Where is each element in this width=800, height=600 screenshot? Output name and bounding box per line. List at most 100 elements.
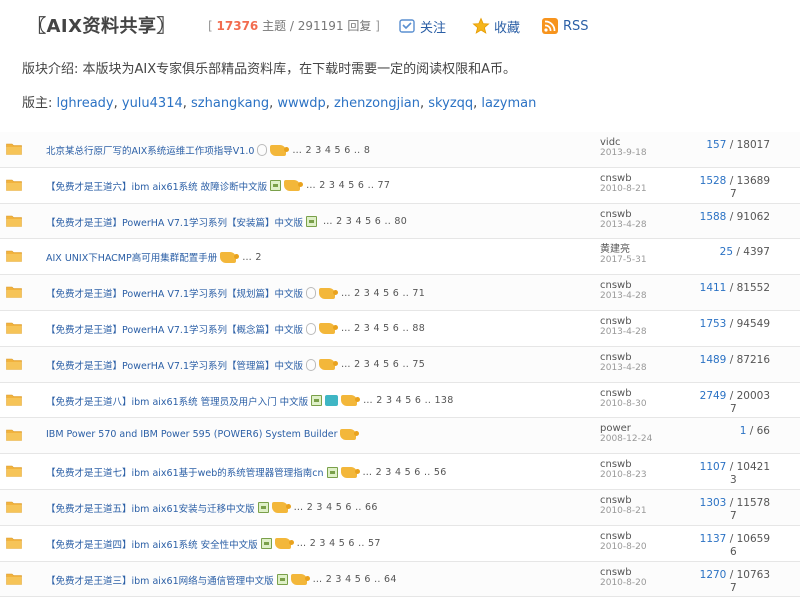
- reply-count[interactable]: 1588: [700, 211, 727, 223]
- reply-count[interactable]: 2749: [700, 390, 727, 402]
- thread-author: cnswb 2010-8-20: [600, 567, 647, 589]
- thread-row[interactable]: 【免费才是王道四】ibm aix61系统 安全性中文版 … 2 3 4 5 6 …: [0, 526, 800, 562]
- thread-row[interactable]: 【免费才是王道】PowerHA V7.1学习系列【安装篇】中文版 … 2 3 4…: [0, 203, 800, 240]
- moderator-link[interactable]: lazyman: [481, 96, 536, 111]
- view-count-tail: 7: [730, 581, 737, 594]
- moderator-link[interactable]: lghready: [57, 96, 114, 111]
- folder-icon: [6, 394, 22, 406]
- author-name[interactable]: cnswb: [600, 316, 647, 327]
- author-name[interactable]: cnswb: [600, 567, 647, 578]
- hot-badge-icon: [270, 144, 290, 156]
- author-name[interactable]: vidc: [600, 137, 647, 148]
- thread-title-wrap: 【免费才是王道七】ibm aix61基于web的系统管理器管理指南cn … 2 …: [46, 465, 447, 479]
- author-name[interactable]: cnswb: [600, 352, 647, 363]
- thread-row[interactable]: 【免费才是王道三】ibm aix61网络与通信管理中文版 … 2 3 4 5 6…: [0, 561, 800, 598]
- thread-row[interactable]: AIX UNIX下HACMP高可用集群配置手册 … 2 黄建亮 2017-5-3…: [0, 239, 800, 276]
- reply-count[interactable]: 1411: [700, 282, 727, 294]
- favorite-button[interactable]: 收藏: [472, 15, 520, 37]
- reply-count[interactable]: 1: [740, 425, 747, 437]
- thread-row[interactable]: 【免费才是王道七】ibm aix61基于web的系统管理器管理指南cn … 2 …: [0, 454, 800, 490]
- author-name[interactable]: cnswb: [600, 495, 647, 506]
- rss-button[interactable]: RSS: [541, 15, 589, 37]
- folder-icon: [6, 322, 22, 334]
- follow-button[interactable]: 关注: [398, 15, 446, 37]
- thread-pages[interactable]: … 2 3 4 5 6 .. 56: [363, 467, 447, 478]
- thread-row[interactable]: 【免费才是王道八】ibm aix61系统 管理员及用户入门 中文版 … 2 3 …: [0, 383, 800, 419]
- thread-author: cnswb 2010-8-30: [600, 388, 647, 410]
- thread-pages[interactable]: … 2 3 4 5 6 .. 77: [306, 180, 390, 191]
- reply-count[interactable]: 1753: [700, 318, 727, 330]
- thread-row[interactable]: IBM Power 570 and IBM Power 595 (POWER6)…: [0, 418, 800, 455]
- thread-pages[interactable]: … 2 3 4 5 6 .. 66: [294, 502, 378, 513]
- thread-title-wrap: 【免费才是王道八】ibm aix61系统 管理员及用户入门 中文版 … 2 3 …: [46, 394, 454, 408]
- author-name[interactable]: cnswb: [600, 280, 647, 291]
- thread-title-link[interactable]: 【免费才是王道四】ibm aix61系统 安全性中文版: [46, 537, 258, 551]
- reply-count[interactable]: 1528: [700, 175, 727, 187]
- author-name[interactable]: power: [600, 423, 652, 434]
- thread-row[interactable]: 北京某总行原厂写的AIX系统运维工作项指导V1.0 … 2 3 4 5 6 ..…: [0, 132, 800, 168]
- thread-title-wrap: 【免费才是王道】PowerHA V7.1学习系列【安装篇】中文版 … 2 3 4…: [46, 215, 407, 229]
- hot-badge-icon: [284, 180, 304, 192]
- reply-count[interactable]: 157: [706, 139, 726, 151]
- thread-title-link[interactable]: 北京某总行原厂写的AIX系统运维工作项指导V1.0: [46, 143, 254, 157]
- hot-badge-icon: [274, 538, 294, 550]
- forum-header: 〖AIX资料共享〗 [ 17376 主题 / 291191 回复 ] 关注 收藏…: [22, 8, 782, 42]
- moderator-link[interactable]: zhenzongjian: [334, 96, 420, 111]
- thread-pages[interactable]: … 2 3 4 5 6 .. 88: [341, 323, 425, 334]
- reply-count[interactable]: 25: [720, 246, 733, 258]
- thread-row[interactable]: 【免费才是王道六】ibm aix61系统 故障诊断中文版 … 2 3 4 5 6…: [0, 168, 800, 204]
- view-count-tail: 7: [730, 509, 737, 522]
- thread-title-link[interactable]: 【免费才是王道】PowerHA V7.1学习系列【安装篇】中文版: [46, 215, 303, 229]
- view-count: 18017: [736, 139, 770, 151]
- thread-title-link[interactable]: AIX UNIX下HACMP高可用集群配置手册: [46, 250, 217, 264]
- thread-title-link[interactable]: 【免费才是王道】PowerHA V7.1学习系列【概念篇】中文版: [46, 322, 303, 336]
- thread-title-link[interactable]: 【免费才是王道】PowerHA V7.1学习系列【规划篇】中文版: [46, 286, 303, 300]
- thread-row[interactable]: 【免费才是王道】PowerHA V7.1学习系列【管理篇】中文版 … 2 3 4…: [0, 346, 800, 383]
- thread-pages[interactable]: … 2 3 4 5 6 .. 80: [323, 216, 407, 227]
- thread-pages[interactable]: … 2 3 4 5 6 .. 138: [363, 395, 453, 406]
- moderator-link[interactable]: skyzqq: [428, 96, 473, 111]
- thread-pages[interactable]: … 2 3 4 5 6 .. 64: [313, 574, 397, 585]
- reply-count[interactable]: 1303: [700, 497, 727, 509]
- reply-count[interactable]: 1137: [700, 533, 727, 545]
- folder-icon: [6, 501, 22, 513]
- thread-pages[interactable]: … 2 3 4 5 6 .. 57: [297, 538, 381, 549]
- thread-title-link[interactable]: 【免费才是王道三】ibm aix61网络与通信管理中文版: [46, 573, 274, 587]
- moderator-link[interactable]: wwwdp: [277, 96, 325, 111]
- star-icon: [472, 17, 490, 34]
- thread-row[interactable]: 【免费才是王道五】ibm aix61安装与迁移中文版 … 2 3 4 5 6 .…: [0, 489, 800, 526]
- thread-pages[interactable]: … 2 3 4 5 6 .. 71: [341, 288, 425, 299]
- thread-title-link[interactable]: 【免费才是王道六】ibm aix61系统 故障诊断中文版: [46, 179, 267, 193]
- paperclip-icon: [306, 287, 316, 300]
- thread-author: vidc 2013-9-18: [600, 137, 647, 159]
- hot-badge-icon: [340, 466, 360, 478]
- thread-counts: 1588 / 91062: [699, 210, 770, 223]
- author-name[interactable]: cnswb: [600, 173, 647, 184]
- reply-count[interactable]: 1489: [700, 354, 727, 366]
- thread-title-link[interactable]: 【免费才是王道七】ibm aix61基于web的系统管理器管理指南cn: [46, 465, 324, 479]
- thread-title-link[interactable]: 【免费才是王道】PowerHA V7.1学习系列【管理篇】中文版: [46, 358, 303, 372]
- reply-count[interactable]: 1270: [700, 569, 727, 581]
- attachment-icon: [257, 502, 269, 514]
- thread-pages[interactable]: … 2: [242, 252, 261, 263]
- author-name[interactable]: cnswb: [600, 388, 647, 399]
- author-name[interactable]: 黄建亮: [600, 244, 647, 255]
- moderator-link[interactable]: yulu4314: [122, 96, 183, 111]
- thread-row[interactable]: 【免费才是王道】PowerHA V7.1学习系列【概念篇】中文版 … 2 3 4…: [0, 311, 800, 347]
- author-name[interactable]: cnswb: [600, 459, 647, 470]
- folder-icon: [6, 465, 22, 477]
- paperclip-icon: [306, 358, 316, 371]
- view-count-tail: 6: [730, 545, 737, 558]
- post-date: 2013-4-28: [600, 219, 647, 230]
- author-name[interactable]: cnswb: [600, 209, 647, 220]
- thread-author: cnswb 2010-8-21: [600, 173, 647, 195]
- moderator-link[interactable]: szhangkang: [191, 96, 269, 111]
- thread-pages[interactable]: … 2 3 4 5 6 .. 8: [292, 145, 370, 156]
- thread-title-link[interactable]: 【免费才是王道五】ibm aix61安装与迁移中文版: [46, 501, 255, 515]
- author-name[interactable]: cnswb: [600, 531, 647, 542]
- thread-title-link[interactable]: IBM Power 570 and IBM Power 595 (POWER6)…: [46, 429, 337, 440]
- thread-row[interactable]: 【免费才是王道】PowerHA V7.1学习系列【规划篇】中文版 … 2 3 4…: [0, 275, 800, 311]
- reply-count[interactable]: 1107: [700, 461, 727, 473]
- thread-title-link[interactable]: 【免费才是王道八】ibm aix61系统 管理员及用户入门 中文版: [46, 394, 308, 408]
- thread-pages[interactable]: … 2 3 4 5 6 .. 75: [341, 359, 425, 370]
